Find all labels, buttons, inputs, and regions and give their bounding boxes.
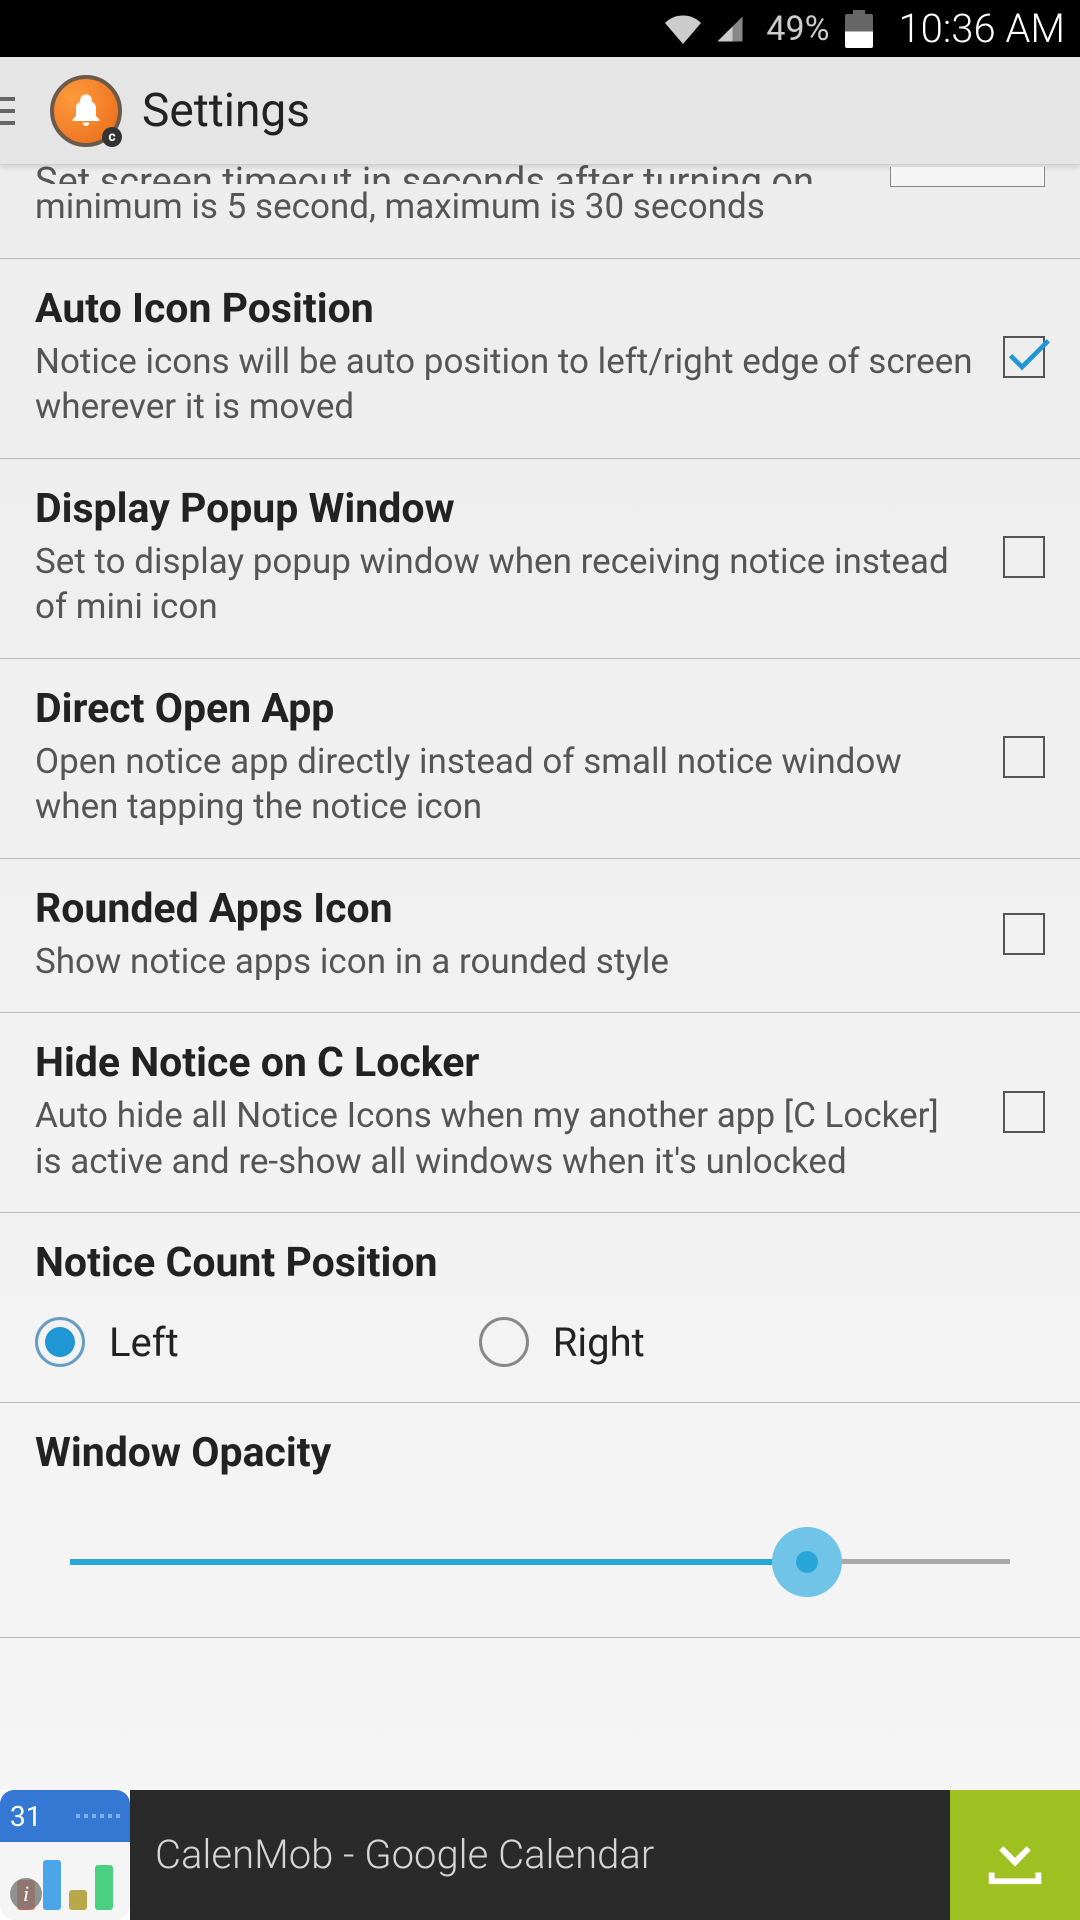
radio-label: Left xyxy=(109,1319,179,1366)
rounded-apps-icon-checkbox[interactable] xyxy=(1003,913,1045,955)
section-title: Window Opacity xyxy=(35,1429,1045,1477)
status-icons: 49% 10:36 AM xyxy=(664,5,1065,52)
drawer-icon[interactable] xyxy=(0,97,25,125)
ad-banner[interactable]: 31 i CalenMob - Google Calendar xyxy=(0,1790,1080,1920)
battery-percentage: 49% xyxy=(766,9,829,49)
ad-text: CalenMob - Google Calendar xyxy=(155,1829,950,1881)
setting-desc: minimum is 5 second, maximum is 30 secon… xyxy=(35,184,1045,230)
window-opacity-section: Window Opacity xyxy=(0,1403,1080,1638)
section-title: Notice Count Position xyxy=(0,1213,1080,1297)
setting-title: Auto Icon Position xyxy=(35,285,973,333)
rounded-apps-icon-item[interactable]: Rounded Apps Icon Show notice apps icon … xyxy=(0,859,1080,1014)
ad-app-icon: 31 i xyxy=(0,1790,130,1920)
wifi-icon xyxy=(664,14,702,44)
screen-timeout-input[interactable] xyxy=(890,167,1045,187)
setting-title: Hide Notice on C Locker xyxy=(35,1039,973,1087)
radio-group: Left Right xyxy=(0,1297,1080,1403)
setting-desc: Notice icons will be auto position to le… xyxy=(35,339,973,430)
hide-notice-clocker-item[interactable]: Hide Notice on C Locker Auto hide all No… xyxy=(0,1013,1080,1213)
setting-title: Display Popup Window xyxy=(35,485,973,533)
radio-right[interactable] xyxy=(479,1317,529,1367)
setting-title: Direct Open App xyxy=(35,685,973,733)
download-icon xyxy=(980,1820,1050,1890)
battery-icon xyxy=(845,10,873,48)
clock: 10:36 AM xyxy=(898,5,1065,52)
display-popup-window-item[interactable]: Display Popup Window Set to display popu… xyxy=(0,459,1080,659)
ad-download-button[interactable] xyxy=(950,1790,1080,1920)
notice-count-position-section: Notice Count Position Left Right xyxy=(0,1213,1080,1403)
radio-label: Right xyxy=(553,1319,645,1366)
slider-fill xyxy=(70,1559,828,1565)
radio-option-left[interactable]: Left xyxy=(35,1317,179,1367)
app-logo-icon[interactable] xyxy=(50,75,122,147)
slider-thumb[interactable] xyxy=(772,1527,842,1597)
setting-desc: Open notice app directly instead of smal… xyxy=(35,739,973,830)
setting-desc: Set to display popup window when receivi… xyxy=(35,539,973,630)
setting-title: Rounded Apps Icon xyxy=(35,885,973,933)
auto-icon-position-checkbox[interactable] xyxy=(1003,336,1045,378)
status-bar: 49% 10:36 AM xyxy=(0,0,1080,57)
radio-left[interactable] xyxy=(35,1317,85,1367)
hide-notice-clocker-checkbox[interactable] xyxy=(1003,1091,1045,1133)
settings-list[interactable]: Set screen timeout in seconds after turn… xyxy=(0,165,1080,1790)
app-bar: Settings xyxy=(0,57,1080,165)
radio-option-right[interactable]: Right xyxy=(479,1317,645,1367)
ad-icon-date: 31 xyxy=(10,1800,41,1833)
direct-open-app-item[interactable]: Direct Open App Open notice app directly… xyxy=(0,659,1080,859)
setting-desc: Auto hide all Notice Icons when my anoth… xyxy=(35,1093,973,1184)
direct-open-app-checkbox[interactable] xyxy=(1003,736,1045,778)
signal-icon xyxy=(712,14,748,44)
page-title: Settings xyxy=(142,84,310,138)
ad-info-icon[interactable]: i xyxy=(10,1878,42,1910)
setting-desc: Show notice apps icon in a rounded style xyxy=(35,939,973,985)
display-popup-window-checkbox[interactable] xyxy=(1003,536,1045,578)
opacity-slider[interactable] xyxy=(35,1527,1045,1597)
auto-icon-position-item[interactable]: Auto Icon Position Notice icons will be … xyxy=(0,259,1080,459)
